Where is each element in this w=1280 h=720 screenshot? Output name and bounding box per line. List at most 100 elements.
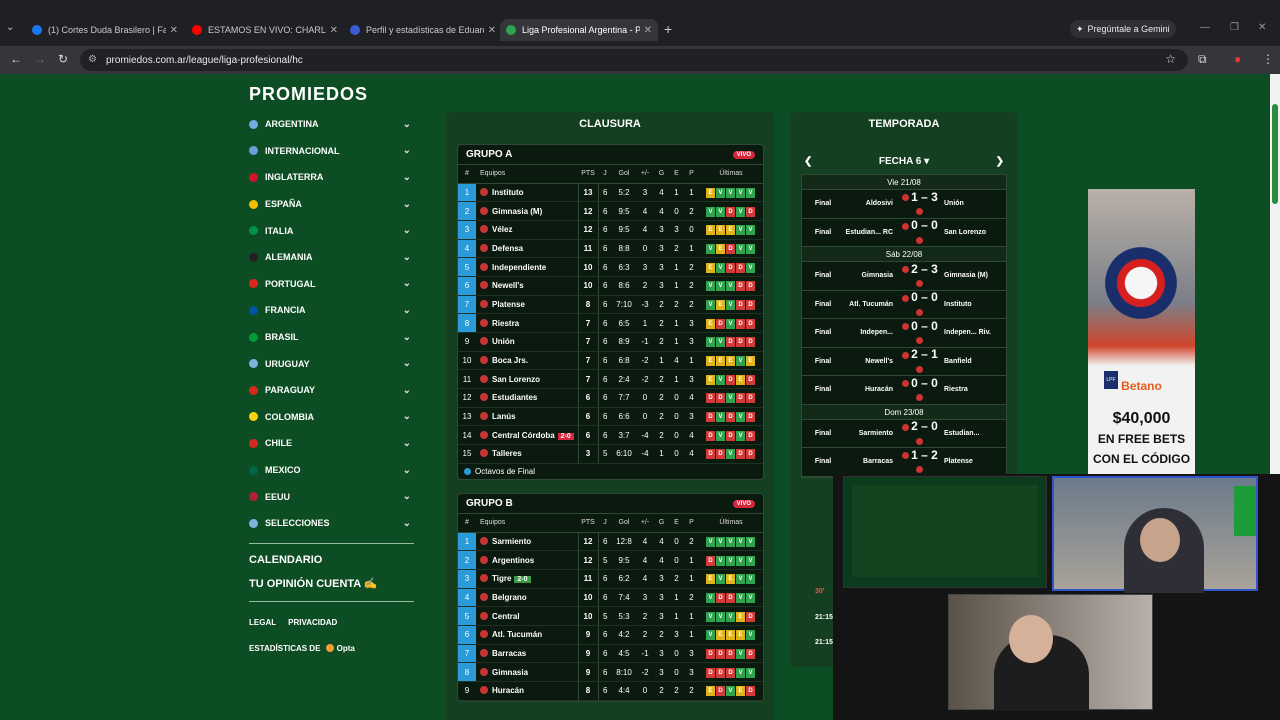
nav-item-uruguay[interactable]: URUGUAY ⌄ <box>249 350 414 377</box>
back-icon[interactable]: ← <box>10 52 22 66</box>
team-name[interactable]: Vélez <box>492 225 512 234</box>
chevron-down-icon[interactable]: ⌄ <box>403 199 411 210</box>
team-name[interactable]: Barracas <box>492 649 526 658</box>
legal-link[interactable]: LEGAL <box>249 618 276 627</box>
table-row[interactable]: 5 Central 10 5 5:3 2 3 1 1 V V V E D <box>458 606 763 626</box>
team-name[interactable]: Lanús <box>492 412 516 421</box>
nav-item-chile[interactable]: CHILE ⌄ <box>249 430 414 457</box>
team-name[interactable]: Central <box>492 612 520 621</box>
team-name[interactable]: Huracán <box>492 686 524 695</box>
table-row[interactable]: 7 Barracas 9 6 4:5 -1 3 0 3 D D D V D <box>458 644 763 664</box>
team-cell[interactable]: Instituto <box>476 183 578 203</box>
team-cell[interactable]: Tigre 2-0 <box>476 569 578 589</box>
address-bar[interactable]: ⚙ promiedos.com.ar/league/liga-profesion… <box>80 49 1188 71</box>
table-row[interactable]: 11 San Lorenzo 7 6 2:4 -2 2 1 3 E V D E D <box>458 369 763 390</box>
team-cell[interactable]: Unión <box>476 332 578 352</box>
nav-item-selecciones[interactable]: SELECCIONES ⌄ <box>249 510 414 537</box>
maximize-icon[interactable]: ❐ <box>1230 22 1239 33</box>
chevron-down-icon[interactable]: ⌄ <box>403 172 411 183</box>
nav-item-paraguay[interactable]: PARAGUAY ⌄ <box>249 377 414 404</box>
table-row[interactable]: 8 Riestra 7 6 6:5 1 2 1 3 E D V D D <box>458 313 763 333</box>
prev-fecha-icon[interactable]: ❮ <box>804 156 812 167</box>
table-row[interactable]: 4 Defensa 11 6 8:8 0 3 2 1 V E D V V <box>458 239 763 259</box>
table-row[interactable]: 9 Unión 7 6 8:9 -1 2 1 3 V V D D D <box>458 332 763 352</box>
team-cell[interactable]: Riestra <box>476 313 578 333</box>
nav-item-españa[interactable]: ESPAÑA ⌄ <box>249 191 414 218</box>
privacidad-link[interactable]: PRIVACIDAD <box>288 618 337 627</box>
team-cell[interactable]: Lanús <box>476 407 578 427</box>
table-row[interactable]: 2 Gimnasia (M) 12 6 9:5 4 4 0 2 V V D V D <box>458 201 763 221</box>
table-row[interactable]: 14 Central Córdoba 2-0 6 6 3:7 -4 2 0 4 D V D V D <box>458 425 763 446</box>
table-row[interactable]: 1 Instituto 13 6 5:2 3 4 1 1 E V V V V <box>458 183 763 203</box>
betano-ad[interactable]: LPF Betano $40,000 EN FREE BETS CON EL C… <box>1088 189 1195 474</box>
team-cell[interactable]: Vélez <box>476 220 578 240</box>
opta-logo[interactable]: Opta <box>337 644 355 653</box>
chevron-down-icon[interactable]: ⌄ <box>403 438 411 449</box>
table-row[interactable]: 3 Tigre 2-0 11 6 6:2 4 3 2 1 E V E V V <box>458 569 763 589</box>
extensions-icon[interactable]: ⧉ <box>1198 52 1207 67</box>
minimize-icon[interactable]: — <box>1200 22 1210 33</box>
nav-item-portugal[interactable]: PORTUGAL ⌄ <box>249 271 414 298</box>
match-row[interactable]: Final Newell's 2 – 1 Banfield <box>802 347 1006 376</box>
nav-item-internacional[interactable]: INTERNACIONAL ⌄ <box>249 138 414 165</box>
reload-icon[interactable]: ↻ <box>58 52 68 66</box>
team-cell[interactable]: San Lorenzo <box>476 369 578 390</box>
fecha-label[interactable]: FECHA 6 ▾ <box>879 156 929 167</box>
team-name[interactable]: Newell's <box>492 281 524 290</box>
close-tab-icon[interactable]: ✕ <box>488 25 496 36</box>
table-row[interactable]: 9 Huracán 8 6 4:4 0 2 2 2 E D V E D <box>458 681 763 701</box>
team-name[interactable]: Platense <box>492 300 525 309</box>
table-row[interactable]: 6 Newell's 10 6 8:6 2 3 1 2 V V V D D <box>458 276 763 296</box>
chevron-down-icon[interactable]: ⌄ <box>403 491 411 502</box>
match-row[interactable]: Final Indepen... 0 – 0 Indepen... Riv. <box>802 319 1006 348</box>
team-name[interactable]: Riestra <box>492 319 519 328</box>
menu-icon[interactable]: ⋮ <box>1262 52 1274 66</box>
match-row[interactable]: Final Barracas 1 – 2 Platense <box>802 448 1006 477</box>
close-tab-icon[interactable]: ✕ <box>644 25 652 36</box>
bookmark-star-icon[interactable]: ☆ <box>1165 52 1176 66</box>
nav-item-mexico[interactable]: MEXICO ⌄ <box>249 457 414 484</box>
team-cell[interactable]: Boca Jrs. <box>476 351 578 371</box>
team-name[interactable]: Gimnasia <box>492 668 528 677</box>
table-row[interactable]: 1 Sarmiento 12 6 12:8 4 4 0 2 V V V V V <box>458 532 763 552</box>
team-cell[interactable]: Huracán <box>476 681 578 701</box>
browser-tab[interactable]: Perfil y estadísticas de Eduardo ✕ <box>344 19 502 41</box>
team-name[interactable]: Boca Jrs. <box>492 356 528 365</box>
calendario-link[interactable]: CALENDARIO <box>249 554 414 566</box>
team-name[interactable]: Belgrano <box>492 593 527 602</box>
team-cell[interactable]: Defensa <box>476 239 578 259</box>
team-cell[interactable]: Atl. Tucumán <box>476 625 578 645</box>
chevron-down-icon[interactable]: ⌄ <box>403 225 411 236</box>
team-cell[interactable]: Barracas <box>476 644 578 664</box>
team-cell[interactable]: Sarmiento <box>476 532 578 552</box>
match-row[interactable]: Final Gimnasia 2 – 3 Gimnasia (M) <box>802 262 1006 291</box>
team-cell[interactable]: Platense <box>476 295 578 315</box>
table-row[interactable]: 7 Platense 8 6 7:10 -3 2 2 2 V E V D D <box>458 295 763 315</box>
chevron-down-icon[interactable]: ⌄ <box>403 278 411 289</box>
team-name[interactable]: Tigre <box>492 574 511 583</box>
chevron-down-icon[interactable]: ⌄ <box>403 332 411 343</box>
table-row[interactable]: 3 Vélez 12 6 9:5 4 3 3 0 E E E V V <box>458 220 763 240</box>
chevron-down-icon[interactable]: ⌄ <box>403 305 411 316</box>
chevron-down-icon[interactable]: ⌄ <box>403 145 411 156</box>
table-row[interactable]: 4 Belgrano 10 6 7:4 3 3 1 2 V D D V V <box>458 588 763 608</box>
close-tab-icon[interactable]: ✕ <box>330 25 338 36</box>
table-row[interactable]: 6 Atl. Tucumán 9 6 4:2 2 2 3 1 V E E E V <box>458 625 763 645</box>
tab-list-chevron-icon[interactable]: ⌄ <box>6 22 14 33</box>
site-logo[interactable]: PROMIEDOS <box>249 84 368 105</box>
match-row[interactable]: Final Huracán 0 – 0 Riestra <box>802 376 1006 405</box>
team-name[interactable]: Gimnasia (M) <box>492 207 542 216</box>
chevron-down-icon[interactable]: ⌄ <box>403 358 411 369</box>
chevron-down-icon[interactable]: ⌄ <box>403 252 411 263</box>
team-cell[interactable]: Talleres <box>476 444 578 464</box>
next-fecha-icon[interactable]: ❯ <box>996 156 1004 167</box>
table-row[interactable]: 12 Estudiantes 6 6 7:7 0 2 0 4 D D V D D <box>458 388 763 408</box>
match-row[interactable]: Final Estudian... RC 0 – 0 San Lorenzo <box>802 218 1006 247</box>
nav-item-italia[interactable]: ITALIA ⌄ <box>249 217 414 244</box>
team-cell[interactable]: Estudiantes <box>476 388 578 408</box>
browser-tab[interactable]: (1) Cortes Duda Brasilero | Face ✕ <box>26 19 184 41</box>
chevron-down-icon[interactable]: ⌄ <box>403 119 411 130</box>
team-cell[interactable]: Argentinos <box>476 550 578 570</box>
team-cell[interactable]: Independiente <box>476 257 578 277</box>
close-tab-icon[interactable]: ✕ <box>170 25 178 36</box>
